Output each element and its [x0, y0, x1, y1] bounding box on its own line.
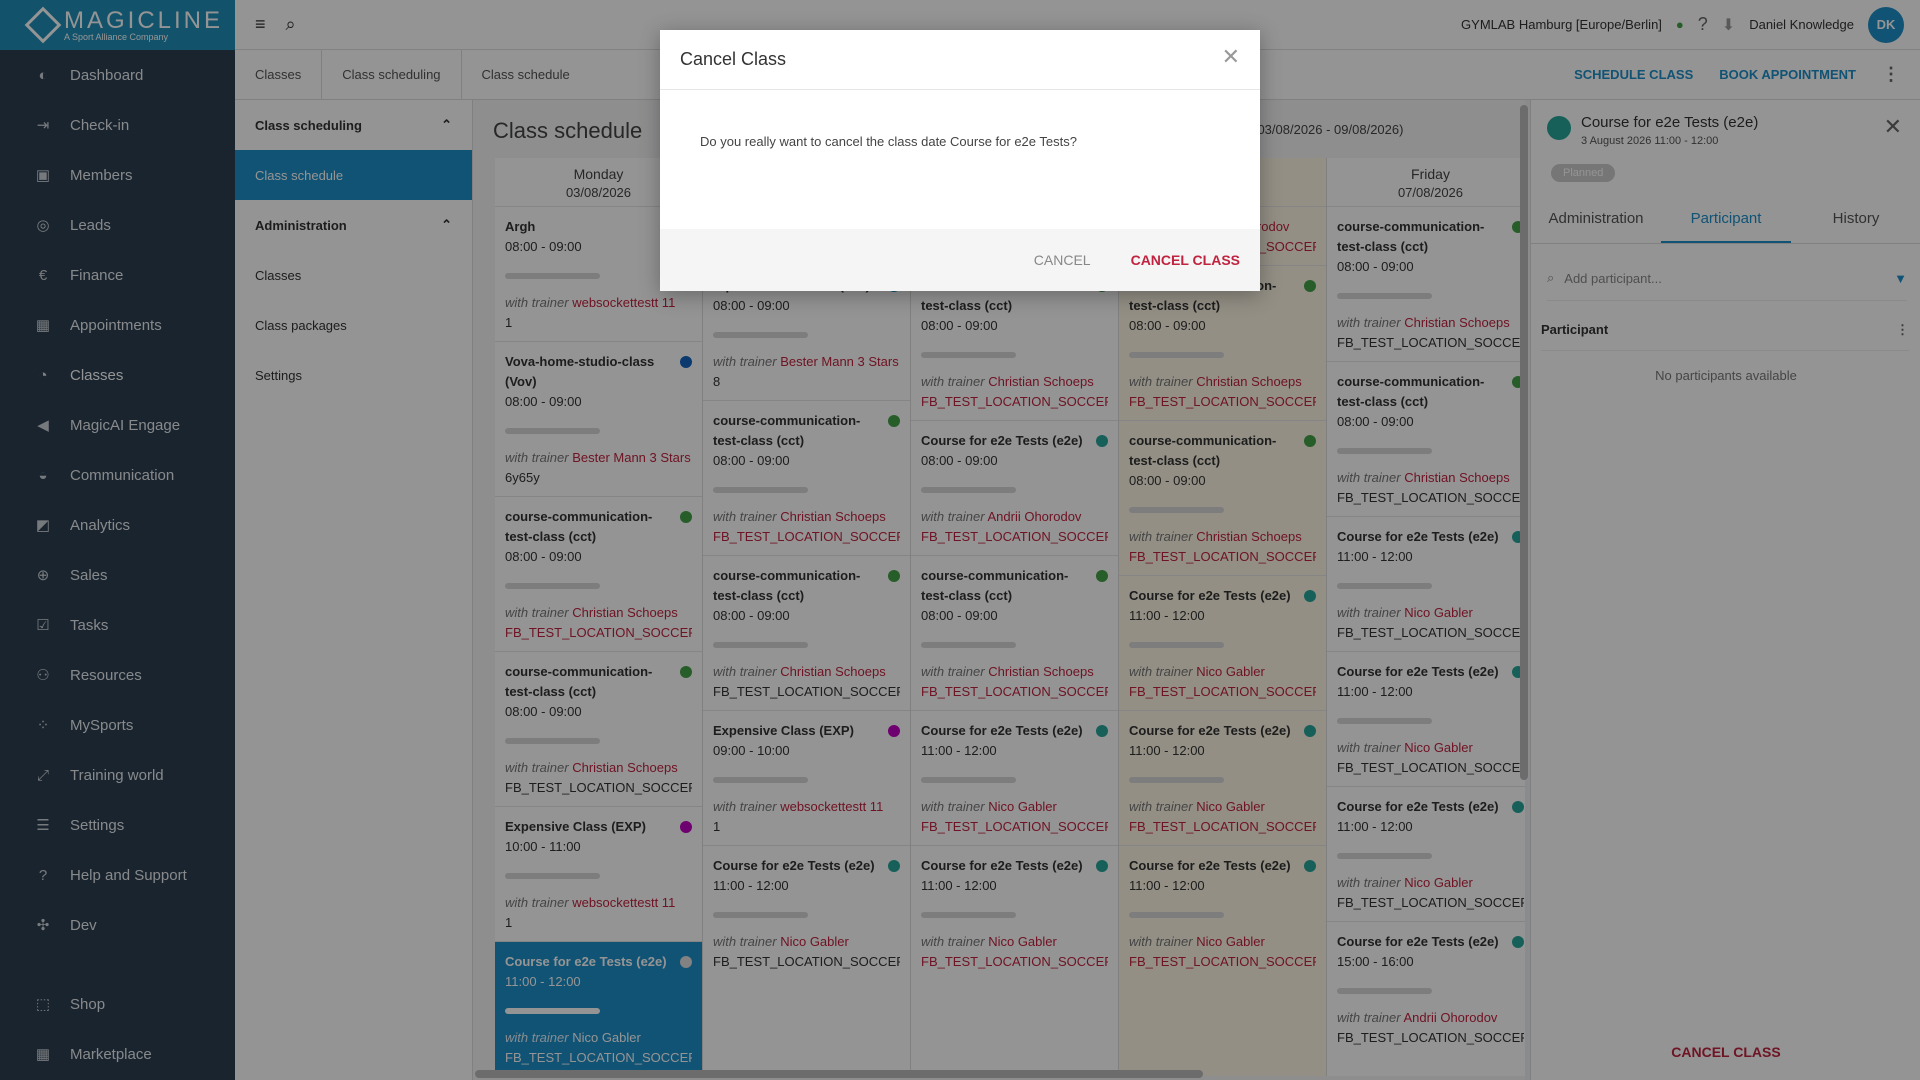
dialog-title: Cancel Class: [680, 49, 787, 69]
dialog-cancel-button[interactable]: CANCEL: [1034, 252, 1091, 268]
dialog-footer: CANCEL CANCEL CLASS: [660, 229, 1260, 291]
cancel-class-dialog: Cancel Class ✕ Do you really want to can…: [660, 30, 1260, 291]
close-icon[interactable]: ✕: [1222, 44, 1240, 70]
dialog-confirm-button[interactable]: CANCEL CLASS: [1131, 252, 1240, 268]
